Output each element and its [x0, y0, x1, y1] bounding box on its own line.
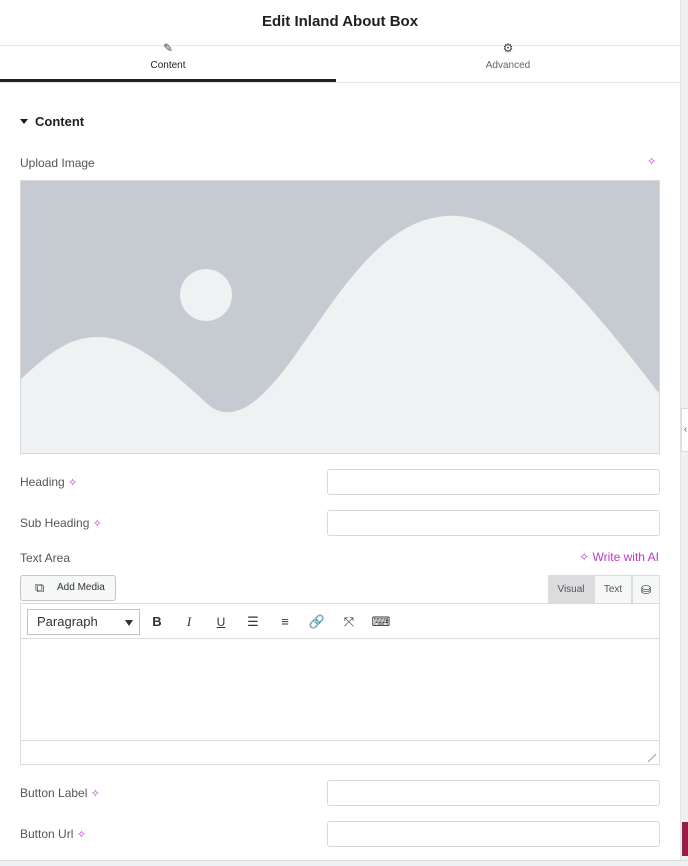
- write-with-ai-button[interactable]: ✧ Write with AI: [579, 550, 659, 564]
- pencil-icon: ✎: [162, 41, 174, 55]
- text-area-label: Text Area: [20, 551, 71, 565]
- panel-title: Edit Inland About Box: [261, 13, 419, 30]
- button-label-label-text: Button Label: [20, 786, 88, 800]
- resize-handle-icon[interactable]: [648, 754, 656, 762]
- panel-tabs: ✎ Content ⚙ Advanced: [0, 41, 680, 83]
- ai-sparkle-icon: ✧: [579, 550, 590, 564]
- write-with-ai-label: Write with AI: [592, 550, 659, 564]
- tab-content[interactable]: ✎ Content: [0, 41, 336, 82]
- add-media-button[interactable]: ⧉ Add Media: [20, 575, 116, 601]
- editor-panel: Edit Inland About Box ✎ Content ⚙ Advanc…: [0, 0, 680, 866]
- add-media-label: Add Media: [57, 582, 105, 593]
- fullscreen-icon[interactable]: ⤧: [339, 612, 359, 632]
- button-label-label: Button Label ✧: [20, 786, 100, 800]
- panel-header: Edit Inland About Box: [0, 0, 680, 46]
- underline-icon[interactable]: U: [211, 612, 231, 632]
- chevron-down-icon: [125, 620, 133, 626]
- format-select[interactable]: Paragraph: [27, 609, 140, 635]
- caret-down-icon: [20, 119, 28, 124]
- editor-status-bar: [21, 740, 659, 764]
- tab-text[interactable]: Text: [594, 575, 632, 604]
- sub-heading-input[interactable]: [327, 510, 660, 536]
- gear-icon: ⚙: [502, 41, 514, 55]
- rich-text-editor: Paragraph B I U ☰ ≡ 🔗 ⤧ ⌨: [20, 603, 660, 765]
- tab-advanced-label: Advanced: [485, 60, 531, 71]
- section-title: Content: [35, 114, 85, 129]
- format-select-value: Paragraph: [37, 614, 98, 629]
- ai-sparkle-icon[interactable]: ✧: [93, 518, 102, 530]
- editor-content-area[interactable]: [21, 640, 659, 740]
- upload-image-label: Upload Image: [20, 156, 95, 170]
- image-placeholder-icon: [21, 181, 659, 453]
- link-icon[interactable]: 🔗: [307, 612, 327, 632]
- sub-heading-label-text: Sub Heading: [20, 516, 90, 530]
- section-toggle-content[interactable]: Content: [20, 114, 84, 129]
- tab-advanced[interactable]: ⚙ Advanced: [336, 41, 680, 83]
- tab-content-label: Content: [150, 60, 186, 71]
- preview-accent: [682, 822, 688, 856]
- tab-visual[interactable]: Visual: [548, 575, 594, 604]
- editor-toolbar: Paragraph B I U ☰ ≡ 🔗 ⤧ ⌨: [21, 604, 659, 639]
- sub-heading-label: Sub Heading ✧: [20, 516, 102, 530]
- database-icon[interactable]: ⛁: [632, 575, 660, 604]
- collapse-panel-icon[interactable]: ‹: [681, 408, 688, 452]
- numbered-list-icon[interactable]: ≡: [275, 612, 295, 632]
- preview-edge: ‹: [680, 0, 688, 866]
- italic-icon[interactable]: I: [179, 612, 199, 632]
- button-label-input[interactable]: [327, 780, 660, 806]
- image-placeholder[interactable]: [20, 180, 660, 454]
- ai-sparkle-icon[interactable]: ✧: [68, 477, 77, 489]
- heading-label-text: Heading: [20, 475, 65, 489]
- button-url-label-text: Button Url: [20, 827, 74, 841]
- bottom-strip: [0, 860, 688, 866]
- ai-sparkle-icon[interactable]: ✧: [91, 788, 100, 800]
- button-url-input[interactable]: [327, 821, 660, 847]
- bullet-list-icon[interactable]: ☰: [243, 612, 263, 632]
- keyboard-icon[interactable]: ⌨: [371, 612, 391, 632]
- media-icon: ⧉: [35, 580, 45, 595]
- heading-label: Heading ✧: [20, 475, 77, 489]
- ai-sparkle-icon[interactable]: ✧: [647, 155, 656, 168]
- ai-sparkle-icon[interactable]: ✧: [77, 829, 86, 841]
- heading-input[interactable]: [327, 469, 660, 495]
- button-url-label: Button Url ✧: [20, 827, 86, 841]
- bold-icon[interactable]: B: [147, 612, 167, 632]
